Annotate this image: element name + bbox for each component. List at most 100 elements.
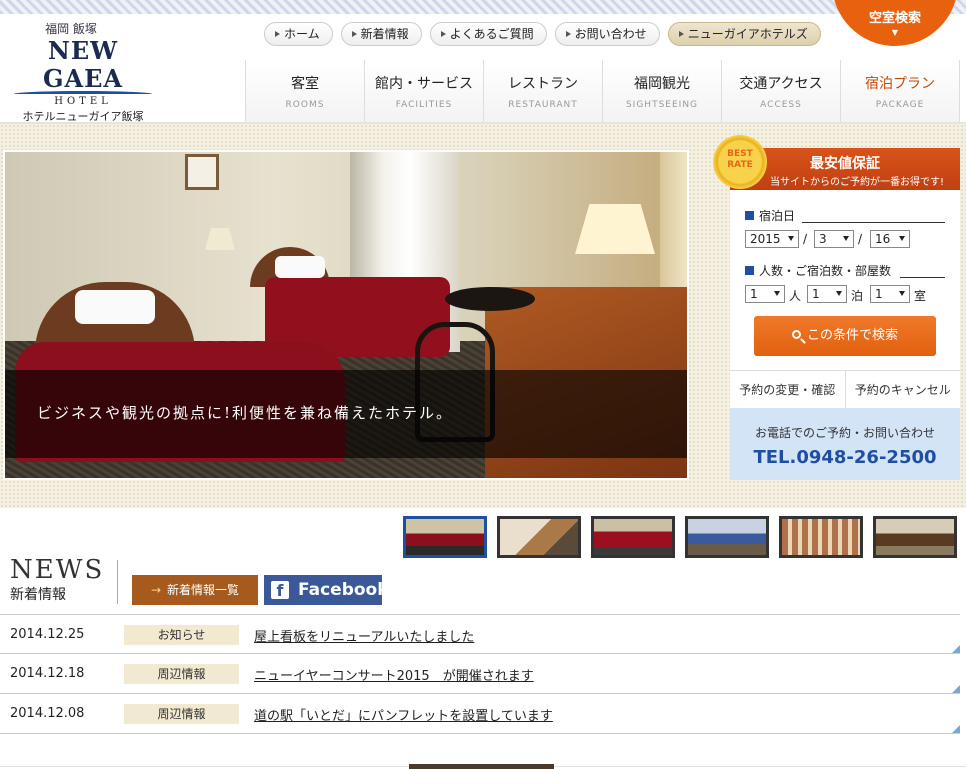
main-nav-label: 宿泊プラン (865, 76, 935, 92)
arrow-right-icon: → (150, 583, 162, 597)
slide-thumbnail[interactable] (779, 516, 863, 558)
news-category-badge: 周辺情報 (124, 704, 239, 724)
news-category-badge: 周辺情報 (124, 664, 239, 684)
main-nav-label: 交通アクセス (739, 76, 823, 92)
year-select[interactable]: 2015 (745, 230, 799, 248)
badge-line2: RATE (727, 160, 753, 170)
reservation-change-link[interactable]: 予約の変更・確認 (730, 371, 845, 408)
photo-wall-picture (185, 154, 219, 190)
main-nav-restaurant[interactable]: レストラン RESTAURANT (483, 60, 602, 122)
nights-select[interactable]: 1 (807, 285, 847, 303)
main-nav-sublabel: ACCESS (760, 100, 802, 110)
news-heading: NEWS 新着情報 (10, 556, 104, 604)
slide-thumbnail[interactable] (497, 516, 581, 558)
nav-contact-link[interactable]: お問い合わせ (554, 22, 660, 46)
main-nav-package[interactable]: 宿泊プラン PACKAGE (840, 60, 960, 122)
photo-pillow (75, 290, 155, 324)
nav-gaea-hotels-link[interactable]: ニューガイアホテルズ (667, 22, 821, 46)
dropdown-arrow-icon (774, 291, 780, 296)
month-value: 3 (819, 232, 827, 246)
thumbnail-image (406, 519, 484, 555)
news-title-link[interactable]: ニューイヤーコンサート2015 が開催されます (254, 665, 534, 684)
square-bullet-icon (745, 266, 754, 275)
thumbnail-image (500, 519, 578, 555)
best-rate-title: 最安値保証 (810, 156, 880, 172)
slide-thumbnail[interactable] (591, 516, 675, 558)
header-pattern-strip (0, 0, 966, 14)
nav-home-label: ホーム (284, 27, 320, 41)
vacancy-search-button[interactable]: 空室検索 ▼ (832, 0, 958, 46)
logo-hotel: HOTEL (54, 96, 112, 107)
people-select[interactable]: 1 (745, 285, 785, 303)
phone-box: お電話でのご予約・お問い合わせ TEL.0948-26-2500 (730, 408, 960, 480)
triangle-icon (440, 31, 446, 37)
news-category-badge: お知らせ (124, 625, 239, 645)
photo-pillow (275, 256, 325, 278)
vacancy-search-label: 空室検索 (868, 11, 921, 26)
phone-number[interactable]: TEL.0948-26-2500 (730, 447, 960, 468)
slide-thumbnail[interactable] (403, 516, 487, 558)
logo-name: NEW GAEA (42, 36, 124, 93)
nav-faq-link[interactable]: よくあるご質問 (429, 22, 547, 46)
search-conditions-button[interactable]: この条件で検索 (754, 316, 936, 356)
date-separator: / (858, 232, 863, 246)
corner-marker-icon (952, 725, 960, 733)
dropdown-arrow-icon (843, 236, 849, 241)
triangle-icon (565, 31, 571, 37)
dropdown-arrow-icon (788, 236, 794, 241)
triangle-icon (275, 31, 280, 37)
footer-tab (409, 764, 554, 769)
main-nav-label: レストラン (508, 76, 578, 92)
main-nav-access[interactable]: 交通アクセス ACCESS (721, 60, 840, 122)
dropdown-arrow-icon (836, 291, 842, 296)
main-nav-sublabel: ROOMS (285, 100, 325, 110)
day-select[interactable]: 16 (870, 230, 910, 248)
nav-home-link[interactable]: ホーム (264, 22, 333, 46)
dropdown-arrow-icon (899, 236, 905, 241)
news-item: 2014.12.18 周辺情報 ニューイヤーコンサート2015 が開催されます (0, 654, 960, 694)
people-unit: 人 (789, 289, 802, 303)
facebook-button[interactable]: f Facebook (264, 575, 389, 605)
news-date: 2014.12.25 (10, 627, 85, 642)
main-nav-rooms[interactable]: 客室 ROOMS (245, 60, 364, 122)
photo-table (445, 287, 535, 311)
top-utility-nav: ホーム 新着情報 よくあるご質問 お問い合わせ ニューガイアホテルズ (264, 22, 821, 46)
main-nav: 客室 ROOMS 館内・サービス FACILITIES レストラン RESTAURAN… (245, 60, 960, 122)
phone-caption: お電話でのご予約・お問い合わせ (754, 426, 935, 440)
best-rate-subtitle: 当サイトからのご予約が一番お得です! (770, 177, 945, 188)
day-value: 16 (875, 232, 891, 246)
news-title-link[interactable]: 道の駅「いとだ」にパンフレットを設置しています (254, 705, 553, 724)
logo-city: 福岡 飯塚 (45, 22, 97, 36)
news-title-link[interactable]: 屋上看板をリニューアルいたしました (254, 626, 474, 645)
main-nav-sublabel: FACILITIES (395, 100, 453, 110)
news-list-button[interactable]: → 新着情報一覧 (132, 575, 258, 605)
main-nav-facilities[interactable]: 館内・サービス FACILITIES (364, 60, 483, 122)
nav-news-link[interactable]: 新着情報 (340, 22, 422, 46)
date-label: 宿泊日 (745, 207, 795, 224)
thumbnail-image (594, 519, 672, 555)
slide-thumbnail[interactable] (873, 516, 957, 558)
main-nav-sublabel: RESTAURANT (508, 100, 578, 110)
nav-faq-label: よくあるご質問 (449, 27, 534, 41)
slide-thumbnails (403, 516, 957, 558)
square-bullet-icon (745, 211, 754, 220)
dropdown-arrow-icon (899, 291, 905, 296)
rooms-select[interactable]: 1 (870, 285, 910, 303)
search-icon (791, 330, 801, 339)
best-rate-badge: BEST RATE (713, 135, 767, 189)
triangle-icon (351, 31, 357, 37)
date-separator: / (803, 232, 808, 246)
main-nav-sublabel: SIGHTSEEING (625, 100, 699, 110)
hero-slide-image[interactable] (3, 150, 689, 480)
guests-label-underline (900, 277, 945, 278)
year-value: 2015 (750, 232, 781, 246)
main-nav-sightseeing[interactable]: 福岡観光 SIGHTSEEING (602, 60, 721, 122)
month-select[interactable]: 3 (814, 230, 854, 248)
news-item: 2014.12.08 周辺情報 道の駅「いとだ」にパンフレットを設置しています (0, 694, 960, 734)
news-heading-en: NEWS (10, 555, 105, 585)
rooms-value: 1 (875, 287, 883, 301)
slide-thumbnail[interactable] (685, 516, 769, 558)
news-date: 2014.12.08 (10, 706, 85, 721)
reservation-cancel-link[interactable]: 予約のキャンセル (844, 371, 961, 408)
hotel-logo[interactable]: 福岡 飯塚 NEW GAEA HOTEL ホテルニューガイア飯塚 (8, 20, 158, 124)
